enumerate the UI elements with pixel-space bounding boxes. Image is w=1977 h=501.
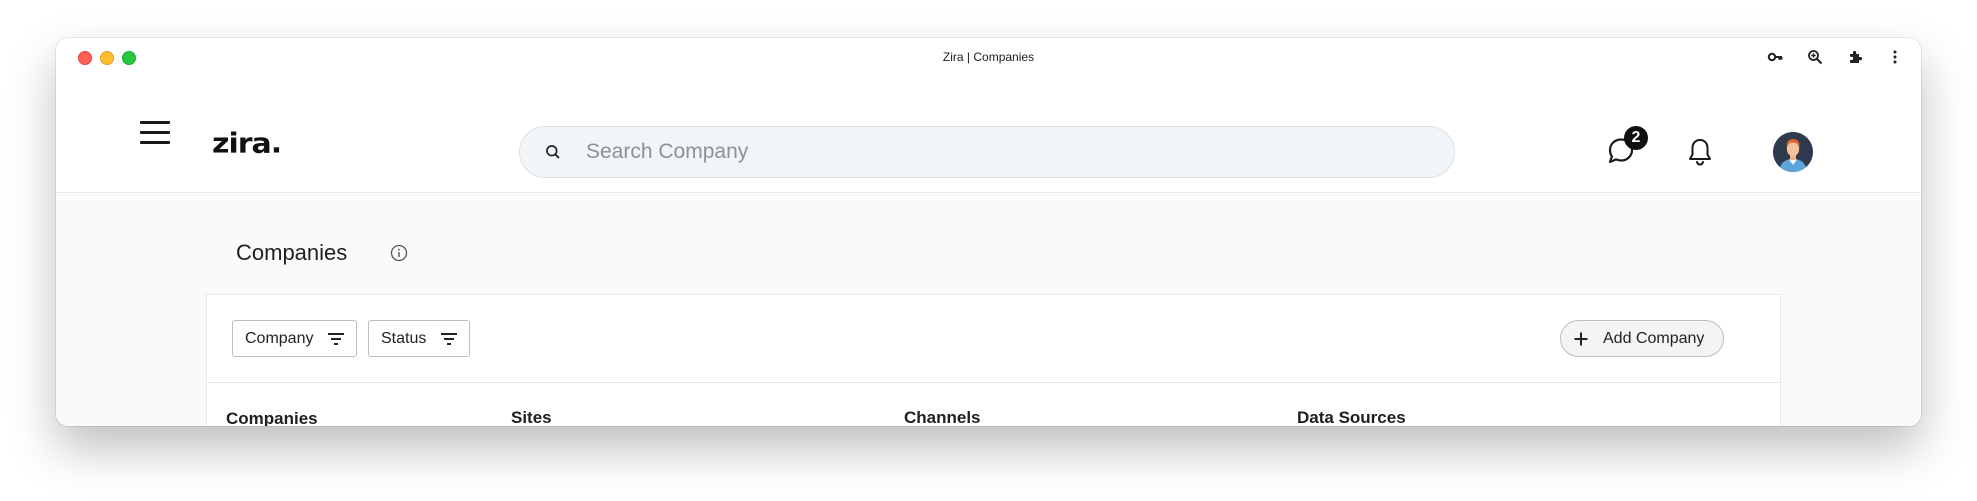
title-bar: Zira | Companies	[56, 38, 1921, 76]
bell-icon[interactable]	[1686, 137, 1714, 167]
company-filter-button[interactable]: Company	[232, 320, 358, 357]
add-company-button[interactable]: Add Company	[1560, 320, 1725, 357]
search-icon	[546, 145, 560, 159]
browser-window: Zira | Companies zira. Search Company 2 …	[56, 38, 1921, 426]
close-window-button[interactable]	[78, 51, 92, 65]
search-input[interactable]	[584, 139, 1454, 165]
page-title: Companies	[236, 240, 348, 265]
column-header-data-sources[interactable]: Data Sources	[1297, 408, 1406, 426]
minimize-window-button[interactable]	[100, 51, 114, 65]
browser-toolbar	[1755, 47, 1915, 67]
more-vertical-icon[interactable]	[1875, 47, 1915, 67]
plus-icon	[1574, 332, 1588, 345]
window-controls	[78, 51, 136, 65]
user-avatar[interactable]	[1773, 132, 1813, 172]
filter-icon	[441, 332, 458, 345]
filter-icon	[328, 332, 345, 345]
divider	[207, 382, 1780, 383]
menu-icon[interactable]	[140, 121, 170, 147]
column-header-companies[interactable]: Companies	[226, 409, 318, 426]
add-company-label: Add Company	[1603, 329, 1705, 347]
column-header-channels[interactable]: Channels	[904, 408, 981, 426]
company-filter-label: Company	[245, 329, 314, 347]
zoom-icon[interactable]	[1795, 47, 1835, 67]
status-filter-button[interactable]: Status	[368, 320, 471, 357]
maximize-window-button[interactable]	[122, 51, 136, 65]
info-icon[interactable]	[390, 244, 408, 262]
search-bar	[519, 126, 1455, 178]
chat-badge: 2	[1624, 126, 1648, 150]
main-content: Companies Company Status Add Company Com…	[56, 193, 1921, 426]
companies-card: Company Status Add Company Companies Sit…	[206, 294, 1781, 426]
key-icon[interactable]	[1755, 47, 1795, 67]
column-header-sites[interactable]: Sites	[511, 408, 552, 426]
extensions-icon[interactable]	[1835, 47, 1875, 67]
window-title: Zira | Companies	[942, 50, 1035, 64]
zira-logo[interactable]: zira.	[212, 130, 282, 158]
app-header: zira. 2	[56, 76, 1921, 193]
status-filter-label: Status	[381, 329, 427, 347]
